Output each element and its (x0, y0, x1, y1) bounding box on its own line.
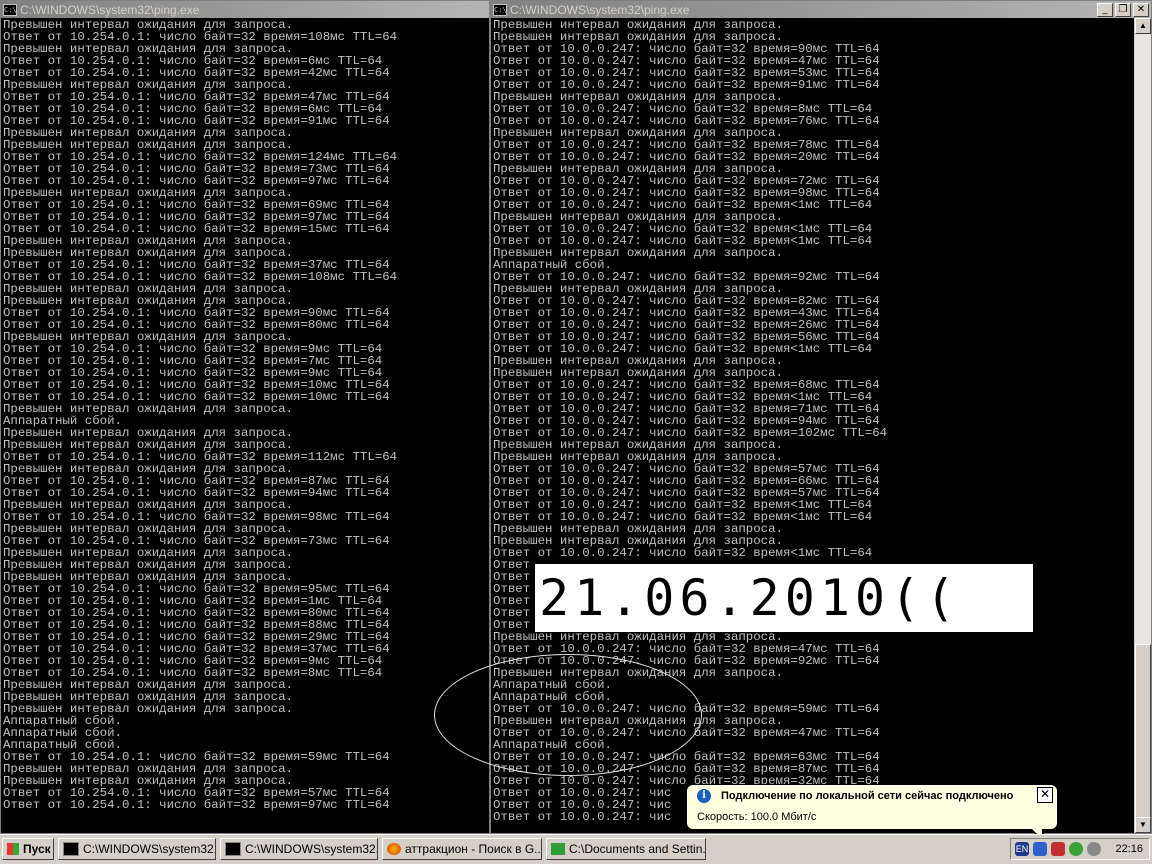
taskbar: Пуск C:\WINDOWS\system32... C:\WINDOWS\s… (0, 834, 1152, 864)
console-output: Превышен интервал ожидания для запроса. О… (3, 19, 397, 811)
balloon-close-button[interactable]: ✕ (1037, 787, 1053, 803)
window-titlebar[interactable]: C:\ C:\WINDOWS\system32\ping.exe (1, 1, 489, 18)
console-app-icon (63, 842, 79, 856)
scroll-thumb[interactable] (1135, 644, 1151, 818)
console-app-icon: C:\ (3, 3, 17, 16)
start-label: Пуск (23, 842, 51, 856)
console-app-icon: C:\ (493, 3, 507, 16)
start-button[interactable]: Пуск (2, 838, 54, 860)
minimize-button[interactable]: _ (1097, 2, 1113, 17)
taskbar-button-explorer[interactable]: C:\Documents and Settin... (546, 838, 706, 860)
task-label: C:\Documents and Settin... (569, 842, 706, 856)
balloon-title: Подключение по локальной сети сейчас под… (721, 790, 1014, 802)
restore-button[interactable]: ❐ (1115, 2, 1131, 17)
info-icon: i (697, 789, 711, 803)
date-overlay: 21.06.2010(( (535, 564, 1033, 632)
balloon-text: Скорость: 100.0 Мбит/с (697, 811, 817, 823)
window-title: C:\WINDOWS\system32\ping.exe (20, 2, 200, 17)
update-icon[interactable] (1069, 842, 1083, 856)
task-label: C:\WINDOWS\system32... (245, 842, 378, 856)
network-icon[interactable] (1033, 842, 1047, 856)
language-indicator[interactable]: EN (1015, 842, 1029, 856)
network-notification-balloon[interactable]: i Подключение по локальной сети сейчас п… (686, 784, 1058, 843)
task-label: C:\WINDOWS\system32... (83, 842, 216, 856)
clock: 22:16 (1115, 843, 1143, 855)
close-button[interactable]: ✕ (1133, 2, 1149, 17)
console-app-icon (225, 842, 241, 856)
firefox-icon (387, 843, 401, 855)
folder-app-icon (551, 843, 565, 855)
taskbar-button-console-1[interactable]: C:\WINDOWS\system32... (58, 838, 216, 860)
date-overlay-text: 21.06.2010(( (539, 569, 961, 627)
task-label: аттракцион - Поиск в G... (405, 842, 542, 856)
window-titlebar[interactable]: C:\ C:\WINDOWS\system32\ping.exe _ ❐ ✕ (491, 1, 1151, 18)
console-line: Ответ от 10.254.0.1: число байт=32 время… (3, 798, 390, 812)
taskbar-button-console-2[interactable]: C:\WINDOWS\system32... (220, 838, 378, 860)
ellipse-annotation (434, 654, 702, 776)
scroll-down-arrow-icon[interactable]: ▼ (1135, 817, 1151, 833)
window-title: C:\WINDOWS\system32\ping.exe (510, 2, 690, 17)
console-window-left[interactable]: C:\ C:\WINDOWS\system32\ping.exe Превыше… (0, 0, 490, 834)
system-tray: EN 22:16 (1010, 838, 1150, 860)
scroll-up-arrow-icon[interactable]: ▲ (1135, 18, 1151, 34)
security-icon[interactable] (1051, 842, 1065, 856)
vertical-scrollbar[interactable]: ▲ ▼ (1134, 18, 1151, 833)
console-line: Ответ от 10.0.0.247: число байт=32 время… (493, 546, 873, 560)
windows-logo-icon (7, 843, 19, 855)
volume-icon[interactable] (1087, 842, 1101, 856)
taskbar-button-firefox[interactable]: аттракцион - Поиск в G... (382, 838, 542, 860)
